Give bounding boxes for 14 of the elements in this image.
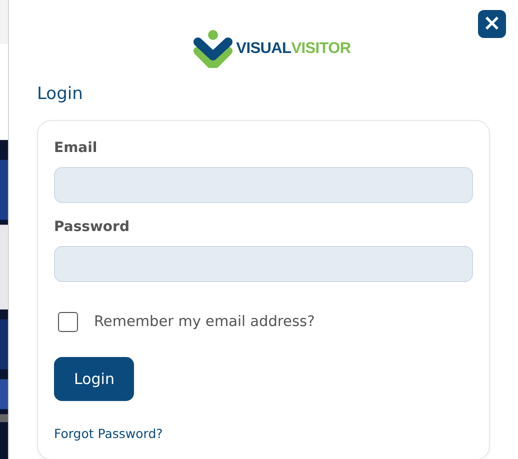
login-button[interactable]: Login — [54, 357, 134, 402]
page-header-background — [0, 0, 8, 44]
remember-label: Remember my email address? — [94, 312, 315, 332]
field-label: Email — [54, 138, 98, 158]
login-heading: Login — [37, 83, 84, 106]
logo-icon — [192, 30, 234, 68]
field-label: Password — [54, 218, 130, 236]
remember-checkbox[interactable] — [58, 312, 78, 332]
logo-wordmark: VISUAL — [236, 39, 292, 60]
logo-wordmark: VISITOR — [291, 39, 351, 60]
forgot-password-link[interactable]: Forgot Password? — [54, 426, 163, 442]
input-field[interactable] — [54, 246, 473, 282]
close-button[interactable]: × — [478, 10, 506, 38]
input-field[interactable] — [54, 166, 473, 202]
